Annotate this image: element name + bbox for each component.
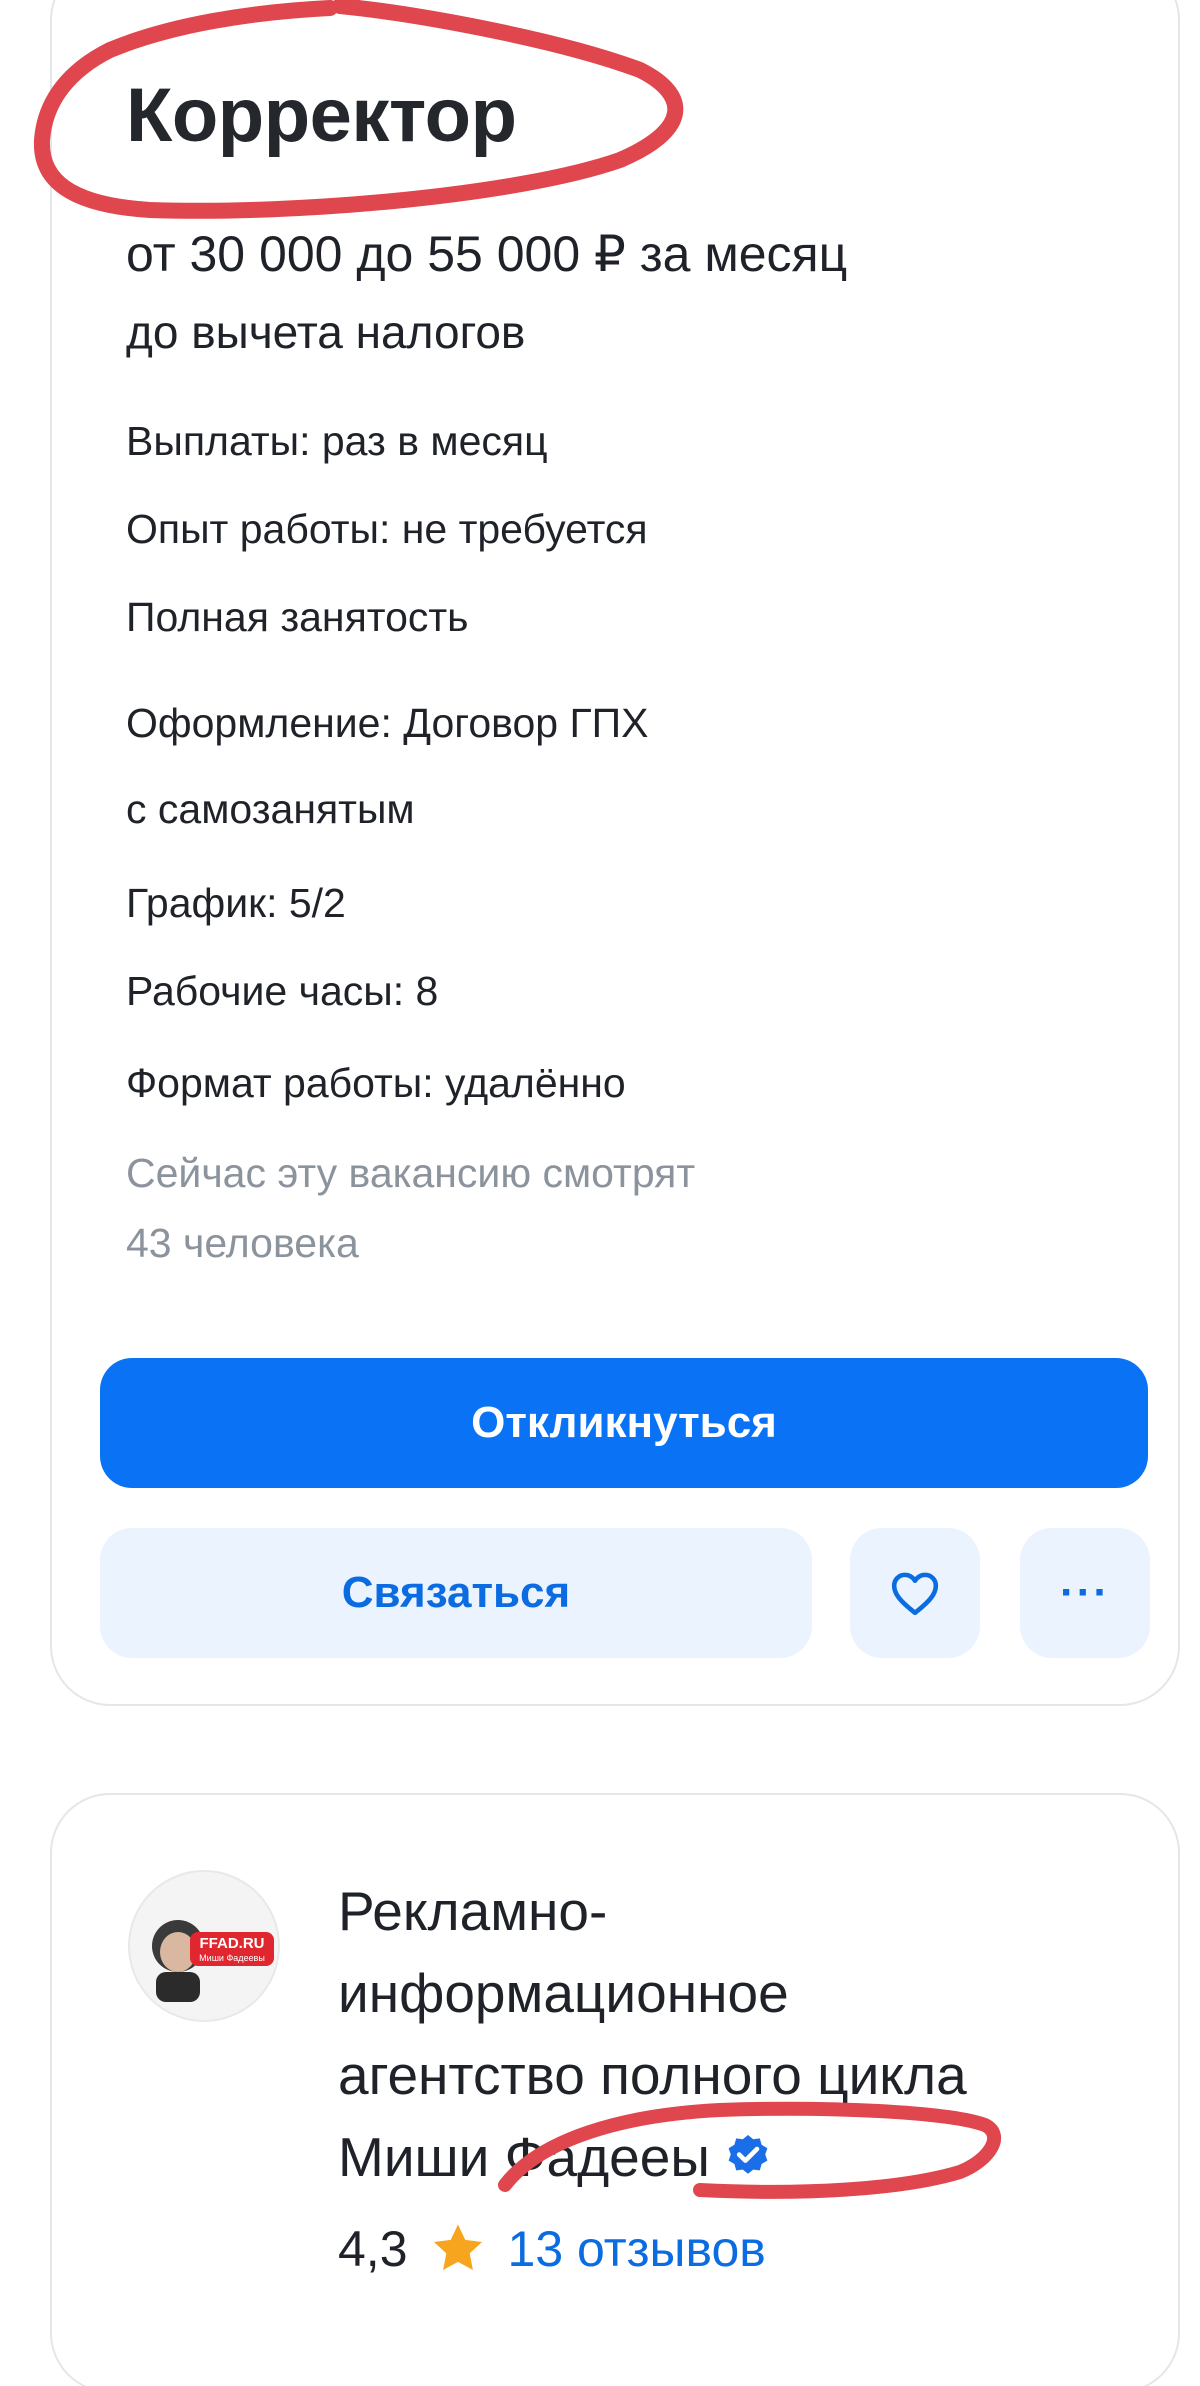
experience: Опыт работы: не требуется [126, 506, 648, 552]
contract-type-continued: с самозанятым [126, 786, 415, 832]
favorite-button[interactable] [850, 1528, 980, 1658]
company-rating: 4,3 13 отзывов [338, 2220, 766, 2278]
vacancy-title: Корректор [126, 73, 517, 158]
company-logo-image: FFAD.RU Миши Фадеевы [130, 1872, 278, 2020]
more-options-button[interactable]: ··· [1020, 1528, 1150, 1658]
star-icon [433, 2224, 482, 2270]
schedule: График: 5/2 [126, 880, 346, 926]
salary-note: до вычета налогов [126, 306, 526, 358]
more-icon: ··· [1060, 1568, 1110, 1617]
heart-icon [891, 1572, 939, 1616]
company-name[interactable]: Рекламно- информационное агентство полно… [338, 1870, 1158, 2198]
company-name-line: Миши Фадееы [338, 2126, 710, 2188]
company-name-line: Рекламно- [338, 1880, 608, 1942]
vacancy-page: Корректор от 30 000 до 55 000 ₽ за месяц… [0, 0, 1200, 2386]
payment-frequency: Выплаты: раз в месяц [126, 418, 548, 464]
work-format: Формат работы: удалённо [126, 1060, 626, 1106]
company-name-line: информационное [338, 1962, 789, 2024]
company-name-line-last: Миши Фадееы [338, 2116, 1158, 2198]
salary-range: от 30 000 до 55 000 ₽ за месяц [126, 226, 848, 282]
contact-button[interactable]: Связаться [100, 1528, 812, 1658]
viewers-count-line1: Сейчас эту вакансию смотрят [126, 1150, 696, 1196]
company-name-line: агентство полного цикла [338, 2044, 967, 2106]
reviews-link[interactable]: 13 отзывов [508, 2220, 766, 2278]
apply-button[interactable]: Откликнуться [100, 1358, 1148, 1488]
logo-text: FFAD.RU [200, 1935, 265, 1952]
rating-value: 4,3 [338, 2221, 408, 2277]
viewers-count-line2: 43 человека [126, 1220, 359, 1266]
employment-type: Полная занятость [126, 594, 469, 640]
working-hours: Рабочие часы: 8 [126, 968, 439, 1014]
contract-type: Оформление: Договор ГПХ [126, 700, 649, 746]
verified-badge-icon [728, 2135, 768, 2175]
logo-subtext: Миши Фадеевы [199, 1953, 265, 1963]
company-logo[interactable]: FFAD.RU Миши Фадеевы [128, 1870, 280, 2022]
